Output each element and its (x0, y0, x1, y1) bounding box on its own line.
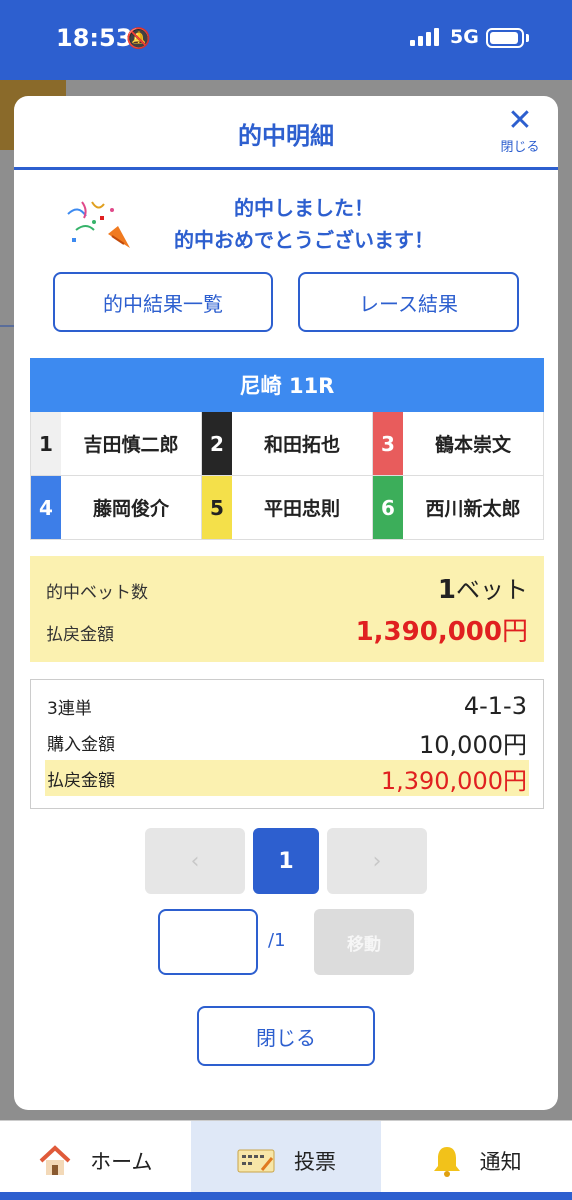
home-icon (39, 1144, 71, 1175)
signal-icon (410, 28, 439, 46)
nav-vote-label: 投票 (294, 1149, 336, 1174)
close-button[interactable]: 閉じる (197, 1006, 375, 1066)
close-x-button[interactable]: ✕ 閉じる (496, 103, 544, 156)
player-cell: 3 鶴本崇文 (373, 412, 544, 475)
payout-yen: 円 (501, 617, 528, 647)
background-divider (0, 325, 14, 327)
hit-summary: 的中ベット数 1ベット 払戻金額 1,390,000円 (30, 556, 544, 662)
detail-payout-value: 1,390,000円 (380, 766, 527, 795)
player-row: 1 吉田慎二郎 2 和田拓也 3 鶴本崇文 (31, 412, 544, 476)
purchase-label: 購入金額 (47, 734, 115, 755)
race-header: 尼崎 11R (30, 358, 544, 412)
player-number: 2 (202, 412, 232, 475)
page-total: /1 (268, 930, 286, 951)
prev-page-button[interactable]: ‹ (145, 828, 245, 894)
current-page-button[interactable]: 1 (253, 828, 319, 894)
battery-icon (486, 28, 524, 48)
hit-detail-modal: 的中明細 ✕ 閉じる 的中しました！ 的中おめでとうございます！ 的中結果一覧 … (14, 96, 558, 1110)
bell-off-icon: 🔕 (126, 26, 151, 50)
detail-payout-label: 払戻金額 (47, 770, 115, 791)
status-time: 18:53 (56, 24, 133, 52)
hit-bets-row: 的中ベット数 1ベット (46, 570, 528, 605)
purchase-value: 10,000円 (419, 730, 527, 759)
bottom-nav: ホーム 投票 通知 (0, 1120, 572, 1200)
player-name: 和田拓也 (263, 434, 340, 456)
bet-type-row: 3連単 4-1-3 (47, 688, 527, 724)
player-cell: 2 和田拓也 (202, 412, 373, 475)
player-number: 5 (202, 476, 232, 539)
hit-bets-number: 1 (437, 575, 456, 605)
hit-results-list-button[interactable]: 的中結果一覧 (53, 272, 273, 332)
nav-home-label: ホーム (90, 1149, 153, 1174)
network-label: 5G (450, 26, 479, 48)
close-icon: ✕ (507, 103, 533, 138)
nav-vote[interactable]: 投票 (190, 1121, 382, 1200)
bell-icon (433, 1146, 460, 1177)
nav-home[interactable]: ホーム (0, 1121, 191, 1200)
bet-detail: 3連単 4-1-3 購入金額 10,000円 払戻金額 1,390,000円 (30, 679, 544, 809)
purchase-row: 購入金額 10,000円 (47, 724, 527, 760)
player-name: 西川新太郎 (425, 498, 521, 520)
player-grid: 1 吉田慎二郎 2 和田拓也 3 鶴本崇文 4 藤岡俊介 5 平田忠則 6 西川… (30, 412, 544, 540)
player-number: 4 (31, 476, 61, 539)
player-name: 吉田慎二郎 (83, 434, 179, 456)
player-cell: 6 西川新太郎 (373, 476, 544, 539)
player-cell: 5 平田忠則 (202, 476, 373, 539)
race-results-button[interactable]: レース結果 (298, 272, 519, 332)
player-cell: 1 吉田慎二郎 (31, 412, 202, 475)
detail-payout-row: 払戻金額 1,390,000円 (45, 760, 529, 796)
payout-amount: 1,390,000 (355, 617, 502, 647)
player-name: 平田忠則 (263, 498, 340, 520)
congrats-line-1: 的中しました！ (234, 196, 374, 220)
modal-header: 的中明細 ✕ 閉じる (14, 96, 558, 170)
payout-row: 払戻金額 1,390,000円 (46, 611, 528, 648)
player-number: 1 (31, 412, 61, 475)
player-name: 鶴本崇文 (434, 434, 511, 456)
party-popper-icon (67, 201, 130, 248)
player-row: 4 藤岡俊介 5 平田忠則 6 西川新太郎 (31, 476, 544, 540)
nav-notice-label: 通知 (479, 1149, 522, 1174)
payout-value: 1,390,000円 (356, 611, 528, 648)
congrats-line-2: 的中おめでとうございます！ (174, 228, 434, 252)
congrats-message: 的中しました！ 的中おめでとうございます！ (14, 192, 558, 258)
player-number: 3 (373, 412, 403, 475)
page-number-input[interactable] (158, 909, 258, 975)
bet-type-label: 3連単 (47, 698, 92, 719)
ticket-icon (237, 1149, 275, 1172)
nav-notice[interactable]: 通知 (381, 1121, 572, 1200)
move-button[interactable]: 移動 (314, 909, 414, 975)
next-page-button[interactable]: › (327, 828, 427, 894)
hit-bets-unit: ベット (456, 576, 528, 604)
payout-label: 払戻金額 (46, 625, 114, 645)
bet-combination: 4-1-3 (463, 692, 527, 720)
hit-bets-value: 1ベット (438, 570, 528, 605)
modal-title: 的中明細 (238, 122, 334, 150)
bottom-accent-bar (0, 1192, 572, 1200)
player-name: 藤岡俊介 (92, 498, 169, 520)
player-number: 6 (373, 476, 403, 539)
hit-bets-label: 的中ベット数 (46, 583, 148, 603)
player-cell: 4 藤岡俊介 (31, 476, 202, 539)
close-x-label: 閉じる (500, 140, 540, 155)
status-bar: 18:53 🔕 5G (0, 0, 572, 80)
battery-tip (526, 34, 529, 42)
